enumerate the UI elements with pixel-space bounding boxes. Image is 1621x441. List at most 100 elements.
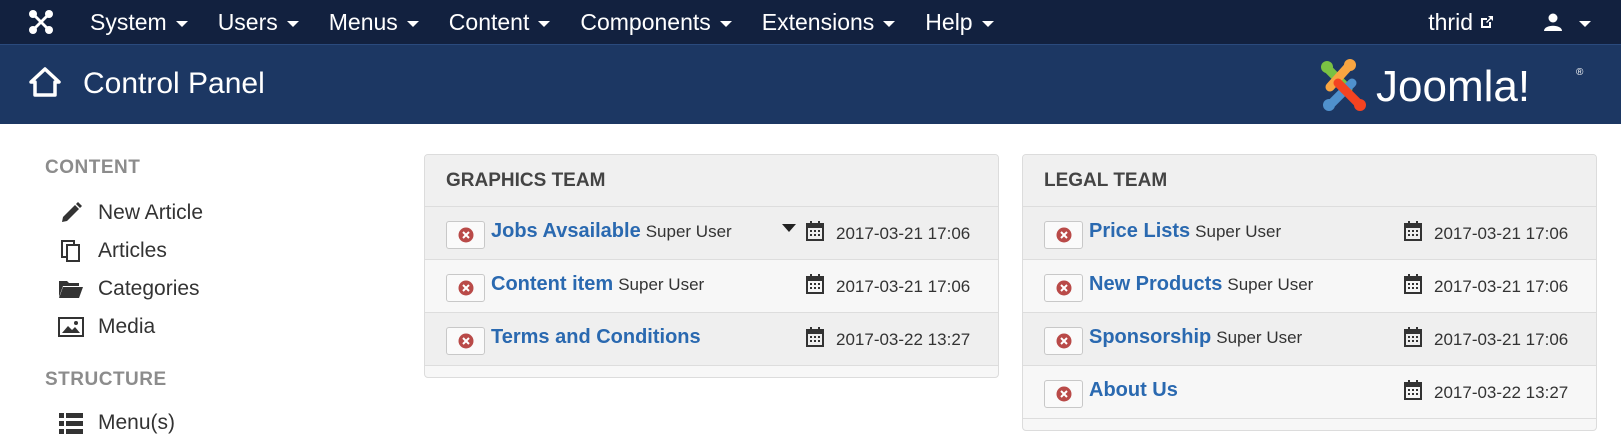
list-icon bbox=[57, 409, 85, 437]
list-item: Sponsorship Super User 2017-03-21 17:06 bbox=[1023, 313, 1596, 366]
calendar-icon bbox=[1404, 380, 1422, 400]
caret-down-icon bbox=[719, 20, 732, 27]
item-date: 2017-03-22 13:27 bbox=[836, 330, 971, 349]
item-title: Content item bbox=[491, 273, 614, 295]
checkin-button[interactable] bbox=[446, 274, 485, 302]
menu-label: Menus bbox=[328, 8, 398, 35]
menu-label: Components bbox=[580, 8, 711, 35]
panel-title: GRAPHICS TEAM bbox=[425, 155, 998, 207]
menu-system[interactable]: System bbox=[90, 0, 203, 44]
menu-menus[interactable]: Menus bbox=[314, 0, 434, 44]
list-item: About Us 2017-03-22 13:27 bbox=[1023, 366, 1596, 419]
sidebar-item-label: Categories bbox=[98, 277, 200, 300]
top-right-controls: thrid bbox=[1428, 0, 1621, 44]
menu-users[interactable]: Users bbox=[203, 0, 314, 44]
menu-label: Users bbox=[217, 8, 278, 35]
calendar-icon bbox=[1404, 274, 1422, 294]
list-item: Price Lists Super User 2017-03-21 17:06 bbox=[1023, 207, 1596, 260]
sidebar-item-new-article[interactable]: New Article bbox=[57, 198, 357, 228]
caret-down-icon[interactable] bbox=[782, 224, 796, 232]
joomla-logo-text: Joomla! bbox=[1376, 62, 1530, 111]
calendar-icon bbox=[1404, 221, 1422, 241]
sidebar-item-categories[interactable]: Categories bbox=[57, 274, 357, 304]
caret-down-icon bbox=[175, 20, 188, 27]
sidebar-section-structure: STRUCTURE bbox=[45, 369, 167, 390]
item-title-link[interactable]: Terms and Conditions bbox=[491, 326, 706, 349]
top-navbar: System Users Menus Content Components Ex… bbox=[0, 0, 1621, 44]
joomla-menu-icon[interactable] bbox=[27, 8, 55, 36]
item-title-link[interactable]: Jobs Avsailable Super User bbox=[491, 220, 732, 243]
close-circle-icon bbox=[1056, 227, 1071, 243]
caret-down-icon bbox=[406, 20, 419, 27]
menu-help[interactable]: Help bbox=[910, 0, 1008, 44]
main-menu: System Users Menus Content Components Ex… bbox=[90, 0, 1009, 44]
close-circle-icon bbox=[1056, 386, 1071, 402]
list-item: Content item Super User 2017-03-21 17:06 bbox=[425, 260, 998, 313]
item-date: 2017-03-21 17:06 bbox=[836, 224, 971, 243]
item-title: Jobs Avsailable bbox=[491, 220, 641, 242]
item-title-link[interactable]: Sponsorship Super User bbox=[1089, 326, 1302, 349]
site-link[interactable]: thrid bbox=[1428, 9, 1495, 36]
item-title-link[interactable]: Content item Super User bbox=[491, 273, 704, 296]
item-title: Terms and Conditions bbox=[491, 326, 701, 348]
user-icon bbox=[1544, 13, 1562, 31]
checkin-button[interactable] bbox=[1044, 274, 1083, 302]
calendar-icon bbox=[1404, 327, 1422, 347]
panel-title: LEGAL TEAM bbox=[1023, 155, 1596, 207]
list-item: Terms and Conditions 2017-03-22 13:27 bbox=[425, 313, 998, 366]
sidebar-section-content: CONTENT bbox=[45, 157, 141, 178]
caret-down-icon bbox=[1579, 20, 1591, 27]
page-title: Control Panel bbox=[83, 67, 265, 100]
item-title: Sponsorship bbox=[1089, 326, 1212, 348]
pencil-icon bbox=[57, 199, 85, 227]
list-item: New Products Super User 2017-03-21 17:06 bbox=[1023, 260, 1596, 313]
calendar-icon bbox=[806, 221, 824, 241]
menu-components[interactable]: Components bbox=[565, 0, 746, 44]
sidebar-item-label: New Article bbox=[98, 201, 204, 224]
item-author: Super User bbox=[1227, 275, 1314, 294]
item-title-link[interactable]: About Us bbox=[1089, 379, 1183, 402]
checkin-button[interactable] bbox=[1044, 221, 1083, 249]
item-date: 2017-03-21 17:06 bbox=[1434, 277, 1569, 296]
menu-label: System bbox=[90, 8, 167, 35]
sidebar-item-media[interactable]: Media bbox=[57, 312, 357, 342]
item-author: Super User bbox=[645, 222, 732, 241]
checkin-button[interactable] bbox=[1044, 380, 1083, 408]
sidebar-item-label: Media bbox=[98, 315, 156, 338]
checkin-button[interactable] bbox=[446, 221, 485, 249]
svg-text:®: ® bbox=[1576, 67, 1584, 78]
checkin-button[interactable] bbox=[1044, 327, 1083, 355]
copy-icon bbox=[57, 237, 85, 265]
caret-down-icon bbox=[538, 20, 551, 27]
checked-out-list: Price Lists Super User 2017-03-21 17:06 N… bbox=[1023, 207, 1596, 419]
item-title: Price Lists bbox=[1089, 220, 1191, 242]
item-date: 2017-03-21 17:06 bbox=[1434, 330, 1569, 349]
calendar-icon bbox=[806, 327, 824, 347]
item-title-link[interactable]: New Products Super User bbox=[1089, 273, 1313, 296]
calendar-icon bbox=[806, 274, 824, 294]
home-icon bbox=[29, 67, 61, 97]
item-title: About Us bbox=[1089, 379, 1178, 401]
close-circle-icon bbox=[458, 227, 473, 243]
menu-label: Content bbox=[448, 8, 530, 35]
sidebar-item-menus[interactable]: Menu(s) bbox=[57, 408, 357, 438]
close-circle-icon bbox=[1056, 333, 1071, 349]
panel-graphics-team: GRAPHICS TEAM Jobs Avsailable Super User … bbox=[424, 154, 999, 378]
menu-label: Extensions bbox=[761, 8, 875, 35]
user-menu[interactable] bbox=[1543, 12, 1591, 32]
joomla-logo: Joomla! ® bbox=[1321, 59, 1584, 111]
image-icon bbox=[57, 313, 85, 341]
item-author: Super User bbox=[618, 275, 705, 294]
caret-down-icon bbox=[883, 20, 896, 27]
menu-content[interactable]: Content bbox=[434, 0, 566, 44]
list-item: Jobs Avsailable Super User 2017-03-21 17:… bbox=[425, 207, 998, 260]
item-title: New Products bbox=[1089, 273, 1223, 295]
item-title-link[interactable]: Price Lists Super User bbox=[1089, 220, 1281, 243]
checkin-button[interactable] bbox=[446, 327, 485, 355]
item-date: 2017-03-21 17:06 bbox=[1434, 224, 1569, 243]
checked-out-list: Jobs Avsailable Super User 2017-03-21 17:… bbox=[425, 207, 998, 366]
panel-legal-team: LEGAL TEAM Price Lists Super User 2017-03… bbox=[1022, 154, 1597, 431]
sidebar-item-articles[interactable]: Articles bbox=[57, 236, 357, 266]
menu-extensions[interactable]: Extensions bbox=[747, 0, 911, 44]
sidebar-item-label: Menu(s) bbox=[98, 411, 176, 434]
